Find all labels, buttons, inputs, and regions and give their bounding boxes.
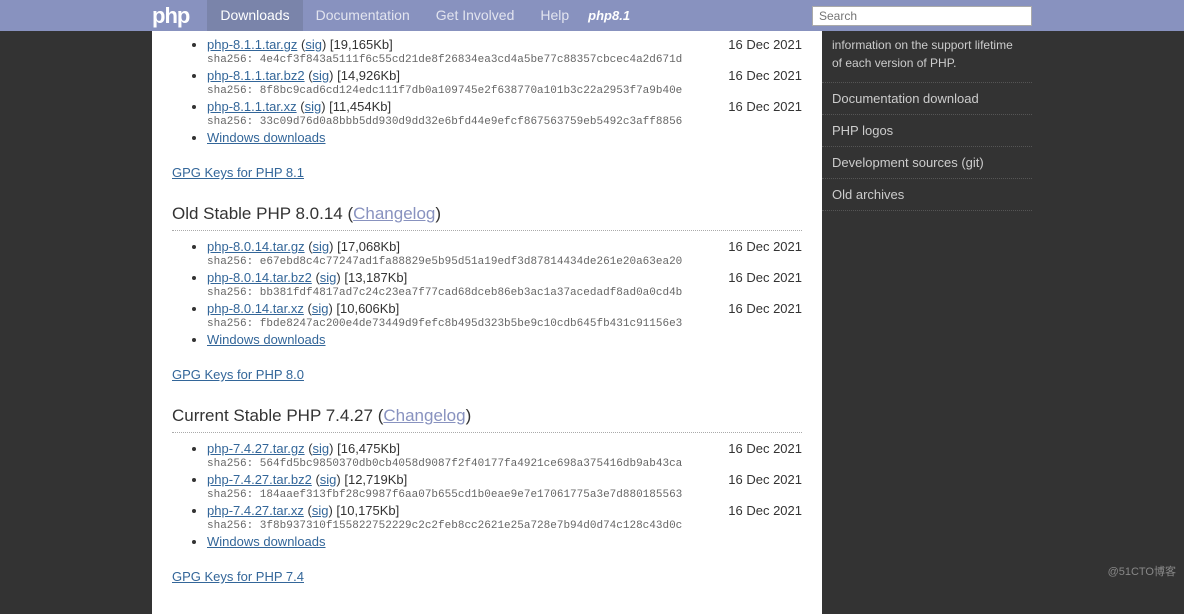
- file-size: [10,175Kb]: [336, 503, 399, 518]
- sha-hash: sha256: 4e4cf3f843a5111f6c55cd21de8f2683…: [207, 54, 802, 66]
- file-date: 16 Dec 2021: [728, 239, 802, 254]
- download-link[interactable]: php-8.1.1.tar.gz: [207, 37, 297, 52]
- windows-downloads-link[interactable]: Windows downloads: [207, 332, 326, 347]
- download-link[interactable]: php-7.4.27.tar.bz2: [207, 472, 312, 487]
- sig-link[interactable]: sig: [313, 441, 330, 456]
- changelog-link[interactable]: Changelog: [383, 406, 465, 425]
- nav-get-involved[interactable]: Get Involved: [423, 0, 528, 31]
- list-item: php-8.0.14.tar.xz (sig) [10,606Kb] 16 De…: [207, 301, 802, 330]
- file-list-80: php-8.0.14.tar.gz (sig) [17,068Kb] 16 De…: [207, 239, 802, 347]
- sig-link[interactable]: sig: [312, 503, 329, 518]
- sig-link[interactable]: sig: [305, 99, 322, 114]
- logo[interactable]: php: [152, 3, 189, 29]
- gpg-keys-link[interactable]: GPG Keys for PHP 8.0: [172, 367, 304, 382]
- nav-downloads[interactable]: Downloads: [207, 0, 302, 31]
- list-item: Windows downloads: [207, 332, 802, 347]
- sha-hash: sha256: 184aaef313fbf28c9987f6aa07b655cd…: [207, 489, 802, 501]
- sidebar: information on the support lifetime of e…: [822, 31, 1032, 614]
- sha-hash: sha256: e67ebd8c4c77247ad1fa88829e5b95d5…: [207, 256, 802, 268]
- sha-hash: sha256: 564fd5bc9850370db0cb4058d9087f2f…: [207, 458, 802, 470]
- file-date: 16 Dec 2021: [728, 270, 802, 285]
- file-size: [16,475Kb]: [337, 441, 400, 456]
- nav-help[interactable]: Help: [527, 0, 582, 31]
- sha-hash: sha256: 3f8b937310f155822752229c2c2feb8c…: [207, 520, 802, 532]
- list-item: php-8.0.14.tar.bz2 (sig) [13,187Kb] 16 D…: [207, 270, 802, 299]
- sidebar-doc-download[interactable]: Documentation download: [822, 82, 1032, 115]
- file-size: [10,606Kb]: [336, 301, 399, 316]
- gpg-keys-link[interactable]: GPG Keys for PHP 8.1: [172, 165, 304, 180]
- search-input[interactable]: [812, 6, 1032, 26]
- header: php Downloads Documentation Get Involved…: [0, 0, 1184, 31]
- windows-downloads-link[interactable]: Windows downloads: [207, 130, 326, 145]
- list-item: php-7.4.27.tar.gz (sig) [16,475Kb] 16 De…: [207, 441, 802, 470]
- section-heading-74: Current Stable PHP 7.4.27 (Changelog): [172, 406, 802, 433]
- download-link[interactable]: php-7.4.27.tar.gz: [207, 441, 305, 456]
- file-size: [11,454Kb]: [329, 99, 391, 114]
- list-item: Windows downloads: [207, 534, 802, 549]
- sha-hash: sha256: 8f8bc9cad6cd124edc111f7db0a10974…: [207, 85, 802, 97]
- file-date: 16 Dec 2021: [728, 472, 802, 487]
- download-link[interactable]: php-8.0.14.tar.gz: [207, 239, 305, 254]
- nav-documentation[interactable]: Documentation: [303, 0, 423, 31]
- sig-link[interactable]: sig: [312, 301, 329, 316]
- main-content: php-8.1.1.tar.gz (sig) [19,165Kb] 16 Dec…: [152, 31, 822, 614]
- file-size: [17,068Kb]: [337, 239, 400, 254]
- list-item: php-8.1.1.tar.gz (sig) [19,165Kb] 16 Dec…: [207, 37, 802, 66]
- file-date: 16 Dec 2021: [728, 68, 802, 83]
- section-heading-80: Old Stable PHP 8.0.14 (Changelog): [172, 204, 802, 231]
- sidebar-dev-sources[interactable]: Development sources (git): [822, 147, 1032, 179]
- sig-link[interactable]: sig: [320, 472, 337, 487]
- sig-link[interactable]: sig: [305, 37, 322, 52]
- list-item: Windows downloads: [207, 130, 802, 145]
- file-size: [12,719Kb]: [344, 472, 407, 487]
- file-date: 16 Dec 2021: [728, 99, 802, 114]
- file-list-81: php-8.1.1.tar.gz (sig) [19,165Kb] 16 Dec…: [207, 37, 802, 145]
- changelog-link[interactable]: Changelog: [353, 204, 435, 223]
- file-date: 16 Dec 2021: [728, 301, 802, 316]
- sha-hash: sha256: fbde8247ac200e4de73449d9fefc8b49…: [207, 318, 802, 330]
- search-container: [812, 6, 1032, 26]
- sidebar-php-logos[interactable]: PHP logos: [822, 115, 1032, 147]
- main-nav: Downloads Documentation Get Involved Hel…: [207, 0, 582, 31]
- file-date: 16 Dec 2021: [728, 503, 802, 518]
- watermark: @51CTO博客: [1108, 563, 1176, 579]
- sig-link[interactable]: sig: [313, 68, 330, 83]
- sha-hash: sha256: bb381fdf4817ad7c24c23ea7f77cad68…: [207, 287, 802, 299]
- file-date: 16 Dec 2021: [728, 441, 802, 456]
- sha-hash: sha256: 33c09d76d0a8bbb5dd930d9dd32e6bfd…: [207, 116, 802, 128]
- list-item: php-8.0.14.tar.gz (sig) [17,068Kb] 16 De…: [207, 239, 802, 268]
- sig-link[interactable]: sig: [320, 270, 337, 285]
- download-link[interactable]: php-8.0.14.tar.bz2: [207, 270, 312, 285]
- sidebar-intro: information on the support lifetime of e…: [822, 36, 1032, 82]
- sidebar-old-archives[interactable]: Old archives: [822, 179, 1032, 211]
- list-item: php-8.1.1.tar.bz2 (sig) [14,926Kb] 16 De…: [207, 68, 802, 97]
- download-link[interactable]: php-8.0.14.tar.xz: [207, 301, 304, 316]
- file-list-74: php-7.4.27.tar.gz (sig) [16,475Kb] 16 De…: [207, 441, 802, 549]
- list-item: php-7.4.27.tar.xz (sig) [10,175Kb] 16 De…: [207, 503, 802, 532]
- download-link[interactable]: php-8.1.1.tar.xz: [207, 99, 297, 114]
- sig-link[interactable]: sig: [313, 239, 330, 254]
- file-size: [19,165Kb]: [330, 37, 393, 52]
- file-size: [14,926Kb]: [337, 68, 400, 83]
- file-date: 16 Dec 2021: [728, 37, 802, 52]
- gpg-keys-link[interactable]: GPG Keys for PHP 7.4: [172, 569, 304, 584]
- file-size: [13,187Kb]: [344, 270, 407, 285]
- download-link[interactable]: php-8.1.1.tar.bz2: [207, 68, 305, 83]
- windows-downloads-link[interactable]: Windows downloads: [207, 534, 326, 549]
- list-item: php-8.1.1.tar.xz (sig) [11,454Kb] 16 Dec…: [207, 99, 802, 128]
- list-item: php-7.4.27.tar.bz2 (sig) [12,719Kb] 16 D…: [207, 472, 802, 501]
- download-link[interactable]: php-7.4.27.tar.xz: [207, 503, 304, 518]
- php8-badge[interactable]: php8.1: [588, 8, 630, 23]
